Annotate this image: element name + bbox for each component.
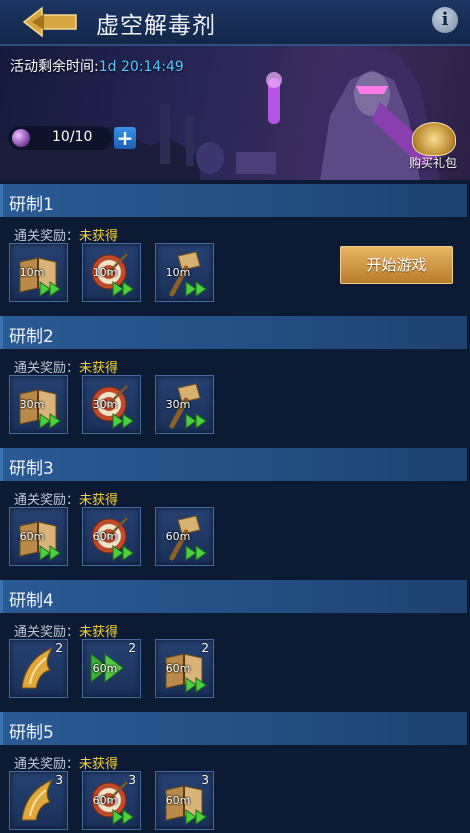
reward-status: 通关奖励：未获得: [14, 361, 119, 376]
section-header: 研制2: [0, 316, 467, 349]
reward-status: 通关奖励：未获得: [14, 493, 119, 508]
section-title: 研制4: [9, 591, 54, 611]
item-slot[interactable]: 10m: [9, 243, 68, 302]
section-header: 研制4: [0, 580, 467, 613]
back-arrow-icon: [22, 6, 77, 38]
gift-pack-label: 购买礼包: [408, 156, 457, 170]
item-slot[interactable]: 60m 3: [155, 771, 214, 830]
recipe-section-4: 研制4 通关奖励：未获得 2 60m 2 60m 2: [0, 580, 470, 700]
timer-label: 活动剩余时间:: [10, 59, 99, 75]
event-timer: 活动剩余时间:1d 20:14:49: [10, 56, 184, 76]
gift-pack-icon: [412, 122, 456, 156]
stamina-value: 10/10: [52, 129, 93, 145]
section-header: 研制5: [0, 712, 467, 745]
add-stamina-button[interactable]: +: [114, 127, 136, 149]
item-slot[interactable]: 60m: [9, 507, 68, 566]
item-slot[interactable]: 30m: [9, 375, 68, 434]
section-title: 研制3: [9, 459, 54, 479]
stamina-counter: 10/10: [8, 126, 112, 150]
item-slot[interactable]: 3: [9, 771, 68, 830]
item-slot[interactable]: 10m: [155, 243, 214, 302]
event-banner: 活动剩余时间:1d 20:14:49 10/10 + 购买礼包: [0, 46, 470, 180]
section-header: 研制1: [0, 184, 467, 217]
item-slot[interactable]: 60m 2: [82, 639, 141, 698]
item-slot[interactable]: 60m: [155, 507, 214, 566]
info-icon[interactable]: i: [432, 7, 458, 33]
item-slot[interactable]: 60m 2: [155, 639, 214, 698]
section-title: 研制1: [9, 195, 54, 215]
item-slot[interactable]: 30m: [82, 375, 141, 434]
item-slot[interactable]: 10m: [82, 243, 141, 302]
stamina-orb-icon: [12, 129, 30, 147]
recipe-section-1: 研制1 通关奖励：未获得 10m 10m 10m 开始游戏: [0, 184, 470, 304]
top-bar: 虚空解毒剂 i: [0, 0, 470, 46]
reward-status: 通关奖励：未获得: [14, 229, 119, 244]
reward-status: 通关奖励：未获得: [14, 757, 119, 772]
recipe-section-2: 研制2 通关奖励：未获得 30m 30m 30m: [0, 316, 470, 436]
item-slot[interactable]: 30m: [155, 375, 214, 434]
timer-value: 1d 20:14:49: [98, 59, 184, 75]
item-slot[interactable]: 60m 3: [82, 771, 141, 830]
section-header: 研制3: [0, 448, 467, 481]
recipe-section-5: 研制5 通关奖励：未获得 3 60m 3 60m 3: [0, 712, 470, 833]
start-game-button[interactable]: 开始游戏: [340, 246, 453, 284]
back-button[interactable]: [22, 6, 78, 38]
section-title: 研制5: [9, 723, 54, 743]
buy-gift-pack-button[interactable]: 购买礼包: [404, 122, 462, 176]
section-title: 研制2: [9, 327, 54, 347]
recipe-section-3: 研制3 通关奖励：未获得 60m 60m 60m: [0, 448, 470, 568]
item-slot[interactable]: 2: [9, 639, 68, 698]
page-title: 虚空解毒剂: [96, 13, 216, 39]
reward-status: 通关奖励：未获得: [14, 625, 119, 640]
item-slot[interactable]: 60m: [82, 507, 141, 566]
